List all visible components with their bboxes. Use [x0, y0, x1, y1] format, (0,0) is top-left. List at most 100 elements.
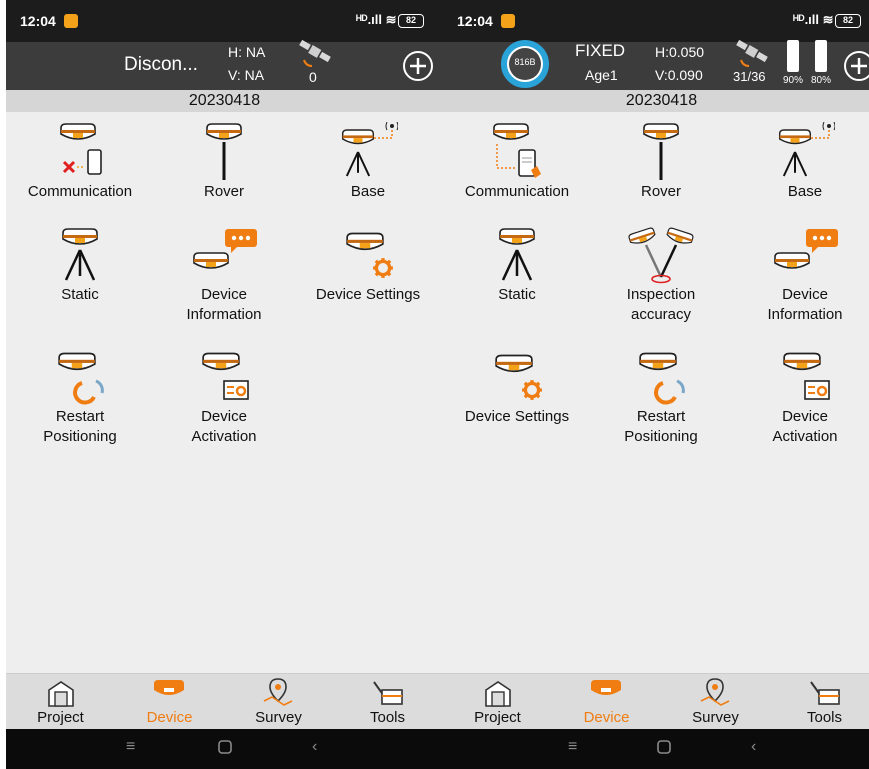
nav-tools[interactable]: Tools	[333, 674, 442, 730]
device-information-label: Device Information	[767, 286, 843, 323]
device-information-icon	[774, 229, 838, 269]
fix-status: FIXED	[575, 41, 626, 60]
project-warehouse-icon	[485, 681, 511, 707]
static-tripod-icon	[62, 228, 98, 282]
rover-button[interactable]: Rover	[589, 120, 733, 202]
static-tripod-icon	[499, 228, 535, 282]
device-information-label: Device Information	[186, 286, 262, 323]
device-settings-label: Device Settings	[315, 286, 421, 303]
inspection-accuracy-label: Inspection accuracy	[626, 286, 696, 323]
rover-label: Rover	[203, 183, 244, 200]
base-station-icon	[778, 122, 835, 178]
nav-tools[interactable]: Tools	[770, 674, 869, 730]
device-settings-button[interactable]: Device Settings	[296, 223, 440, 305]
v-precision: V: NA	[228, 67, 265, 83]
base-station-icon	[341, 122, 398, 178]
menu-icon[interactable]: ≡	[568, 738, 577, 756]
device-activation-button[interactable]: Device Activation	[733, 345, 869, 447]
connected-communication-icon	[493, 123, 541, 178]
device-activation-label: Device Activation	[772, 408, 838, 445]
bottom-navigation: Project Device Survey Tools	[443, 673, 869, 729]
nav-project[interactable]: Project	[6, 674, 115, 730]
battery2-icon	[815, 40, 827, 72]
device-activation-button[interactable]: Device Activation	[152, 345, 296, 447]
rover-button[interactable]: Rover	[152, 120, 296, 202]
home-icon[interactable]	[218, 740, 232, 759]
system-navigation-bar: ≡ ‹	[443, 729, 869, 769]
communication-label: Communication	[27, 183, 133, 200]
add-icon[interactable]	[843, 50, 869, 87]
nav-device[interactable]: Device	[552, 674, 661, 730]
nav-project-label: Project	[474, 709, 521, 726]
left-phone-screen: 12:04 ᴴᴰ.ıll ≋ 82 Discon... H: NA V: NA …	[6, 0, 443, 769]
base-label: Base	[787, 183, 823, 200]
add-icon[interactable]	[402, 50, 434, 87]
restart-positioning-button[interactable]: Restart Positioning	[589, 345, 733, 447]
restart-positioning-icon	[639, 352, 685, 405]
rover-icon	[643, 123, 679, 180]
device-activation-icon	[202, 352, 249, 400]
base-label: Base	[350, 183, 386, 200]
notification-icon	[501, 14, 515, 28]
communication-button[interactable]: Communication	[8, 120, 152, 202]
battery-icon: 82	[398, 14, 424, 28]
nav-survey[interactable]: Survey	[224, 674, 333, 730]
communication-button[interactable]: Communication	[445, 120, 589, 202]
survey-map-pin-icon	[700, 678, 730, 706]
nav-device-label: Device	[146, 709, 193, 726]
device-settings-button[interactable]: Device Settings	[445, 345, 589, 427]
base-button[interactable]: Base	[733, 120, 869, 202]
satellite-icon	[735, 38, 769, 73]
device-settings-icon	[346, 232, 394, 279]
static-label: Static	[498, 286, 536, 303]
back-icon[interactable]: ‹	[312, 738, 317, 756]
nav-project[interactable]: Project	[443, 674, 552, 730]
home-icon[interactable]	[657, 740, 671, 759]
restart-positioning-label: Restart Positioning	[624, 408, 698, 445]
inspection-accuracy-button[interactable]: Inspection accuracy	[589, 223, 733, 325]
nav-survey-label: Survey	[692, 709, 739, 726]
connection-status: Discon...	[124, 54, 198, 75]
communication-label: Communication	[464, 183, 570, 200]
device-information-button[interactable]: Device Information	[152, 223, 296, 325]
base-button[interactable]: Base	[296, 120, 440, 202]
device-information-button[interactable]: Device Information	[733, 223, 869, 325]
data-ring-value: 816B	[514, 57, 536, 67]
device-status-header: 816B FIXED Age1 H:0.050 V:0.090 31/36 90…	[443, 39, 869, 90]
restart-positioning-button[interactable]: Restart Positioning	[8, 345, 152, 447]
battery1-percent: 90%	[783, 75, 804, 86]
device-activation-label: Device Activation	[191, 408, 257, 445]
project-warehouse-icon	[48, 681, 74, 707]
nav-device[interactable]: Device	[115, 674, 224, 730]
project-date: 20230418	[6, 90, 443, 112]
satellite-count: 31/36	[733, 69, 766, 84]
bottom-navigation: Project Device Survey Tools	[6, 673, 443, 729]
right-phone-screen: 12:04 ᴴᴰ.ıll ≋ 82 816B FIXED Age1 H:0.05…	[443, 0, 869, 769]
menu-icon[interactable]: ≡	[126, 738, 135, 756]
nav-project-label: Project	[37, 709, 84, 726]
signal-wifi-icon: ᴴᴰ.ıll ≋	[793, 12, 834, 27]
battery-icon: 82	[835, 14, 861, 28]
back-icon[interactable]: ‹	[751, 738, 756, 756]
status-bar: 12:04 ᴴᴰ.ıll ≋ 82	[6, 0, 443, 42]
v-precision: V:0.090	[655, 67, 703, 83]
nav-tools-label: Tools	[806, 709, 843, 726]
static-button[interactable]: Static	[8, 223, 152, 305]
notification-icon	[64, 14, 78, 28]
rover-label: Rover	[640, 183, 681, 200]
static-button[interactable]: Static	[445, 223, 589, 305]
status-bar: 12:04 ᴴᴰ.ıll ≋ 82	[443, 0, 869, 42]
survey-map-pin-icon	[263, 678, 293, 706]
age-value: Age1	[585, 67, 618, 83]
status-time: 12:04	[457, 13, 493, 29]
device-receiver-icon	[154, 680, 184, 695]
nav-device-label: Device	[583, 709, 630, 726]
nav-survey-label: Survey	[255, 709, 302, 726]
device-activation-icon	[783, 352, 830, 400]
project-date: 20230418	[443, 90, 869, 112]
nav-survey[interactable]: Survey	[661, 674, 770, 730]
device-settings-icon	[495, 354, 543, 401]
rover-icon	[206, 123, 242, 180]
satellite-count: 0	[309, 69, 317, 85]
h-precision: H:0.050	[655, 44, 705, 60]
